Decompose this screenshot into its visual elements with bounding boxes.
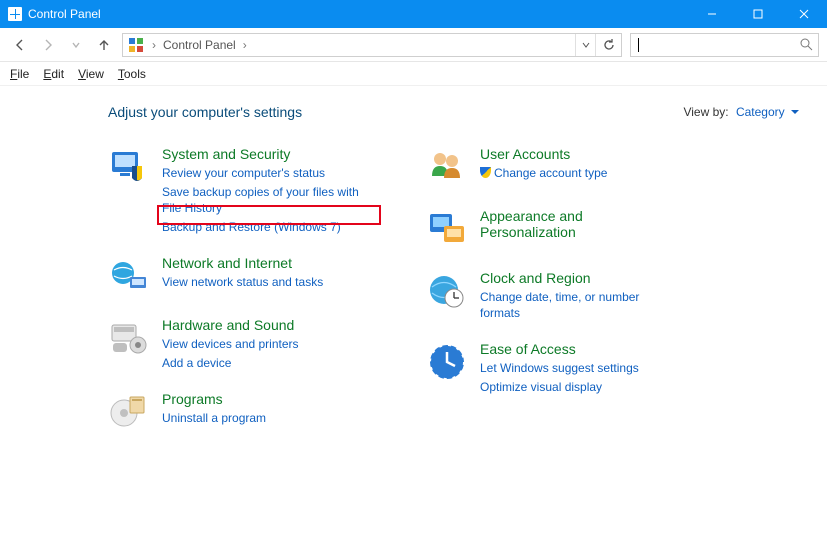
category-title-clock[interactable]: Clock and Region: [480, 270, 676, 286]
network-icon: [108, 255, 150, 297]
category-title-network[interactable]: Network and Internet: [162, 255, 323, 271]
menu-tools[interactable]: Tools: [118, 67, 146, 81]
category-title-system-security[interactable]: System and Security: [162, 146, 368, 162]
link-date-time-formats[interactable]: Change date, time, or number formats: [480, 289, 676, 321]
category-title-programs[interactable]: Programs: [162, 391, 266, 407]
breadcrumb-sep-root[interactable]: ›: [149, 38, 159, 52]
maximize-button[interactable]: [735, 0, 781, 28]
clock-icon: [426, 270, 468, 312]
appearance-icon: [426, 208, 468, 250]
menu-edit[interactable]: Edit: [43, 67, 64, 81]
menu-bar: File Edit View Tools: [0, 62, 827, 86]
programs-icon: [108, 391, 150, 433]
link-change-account-type[interactable]: Change account type: [480, 165, 607, 181]
search-box[interactable]: [630, 33, 819, 57]
category-system-security: System and Security Review your computer…: [108, 146, 368, 235]
link-devices-printers[interactable]: View devices and printers: [162, 336, 299, 352]
link-backup-restore[interactable]: Backup and Restore (Windows 7): [162, 219, 368, 235]
close-button[interactable]: [781, 0, 827, 28]
view-by-value: Category: [736, 105, 785, 119]
control-panel-icon: [8, 7, 22, 21]
address-icon: [126, 35, 146, 55]
link-optimize-display[interactable]: Optimize visual display: [480, 379, 639, 395]
category-title-hardware[interactable]: Hardware and Sound: [162, 317, 299, 333]
chevron-down-icon: [791, 110, 799, 118]
category-clock: Clock and Region Change date, time, or n…: [426, 270, 676, 321]
category-title-users[interactable]: User Accounts: [480, 146, 607, 162]
link-network-status[interactable]: View network status and tasks: [162, 274, 323, 290]
titlebar: Control Panel: [0, 0, 827, 28]
link-file-history[interactable]: Save backup copies of your files with Fi…: [162, 184, 368, 216]
forward-button[interactable]: [36, 33, 60, 57]
window-title: Control Panel: [28, 7, 101, 21]
hardware-icon: [108, 317, 150, 359]
view-by-control[interactable]: View by: Category: [683, 105, 799, 119]
window-controls: [689, 0, 827, 28]
link-review-status[interactable]: Review your computer's status: [162, 165, 368, 181]
system-security-icon: [108, 146, 150, 188]
link-add-device[interactable]: Add a device: [162, 355, 299, 371]
category-hardware: Hardware and Sound View devices and prin…: [108, 317, 368, 371]
link-uninstall[interactable]: Uninstall a program: [162, 410, 266, 426]
link-windows-suggest[interactable]: Let Windows suggest settings: [480, 360, 639, 376]
category-programs: Programs Uninstall a program: [108, 391, 368, 433]
category-ease: Ease of Access Let Windows suggest setti…: [426, 341, 676, 395]
address-bar[interactable]: › Control Panel ›: [122, 33, 622, 57]
text-cursor: [638, 38, 639, 52]
back-button[interactable]: [8, 33, 32, 57]
content-area: Adjust your computer's settings View by:…: [0, 86, 827, 453]
minimize-button[interactable]: [689, 0, 735, 28]
up-button[interactable]: [92, 33, 116, 57]
page-heading: Adjust your computer's settings: [108, 104, 302, 120]
search-input[interactable]: [635, 37, 798, 53]
category-network: Network and Internet View network status…: [108, 255, 368, 297]
category-title-appearance[interactable]: Appearance and Personalization: [480, 208, 676, 240]
address-history-dropdown[interactable]: [575, 34, 595, 56]
recent-locations-button[interactable]: [64, 33, 88, 57]
ease-of-access-icon: [426, 341, 468, 383]
refresh-button[interactable]: [595, 34, 621, 56]
category-appearance: Appearance and Personalization: [426, 208, 676, 250]
breadcrumb-sep-1[interactable]: ›: [240, 38, 250, 52]
breadcrumb-item-control-panel[interactable]: Control Panel: [159, 34, 240, 56]
menu-file[interactable]: File: [10, 67, 29, 81]
user-accounts-icon: [426, 146, 468, 188]
view-by-label: View by:: [683, 105, 728, 119]
search-icon[interactable]: [798, 38, 814, 51]
nav-bar: › Control Panel ›: [0, 28, 827, 62]
category-title-ease[interactable]: Ease of Access: [480, 341, 639, 357]
category-user-accounts: User Accounts Change account type: [426, 146, 676, 188]
menu-view[interactable]: View: [78, 67, 104, 81]
